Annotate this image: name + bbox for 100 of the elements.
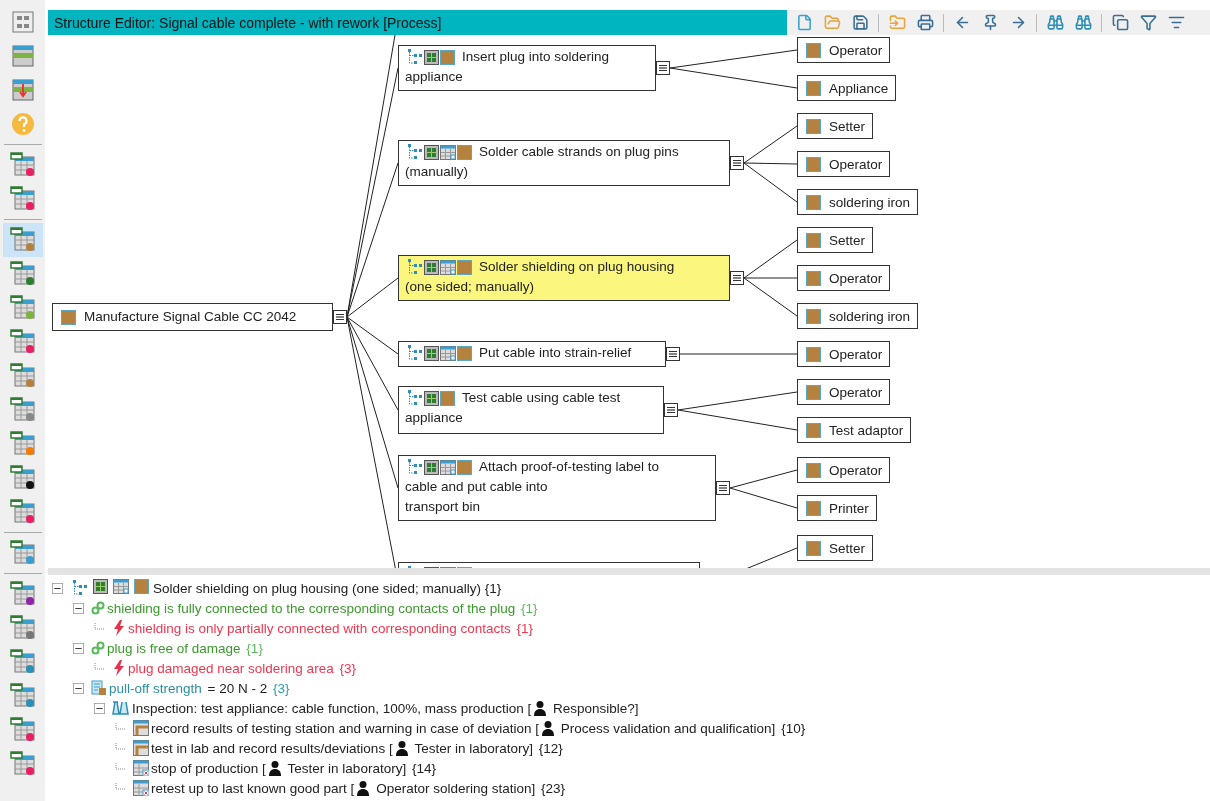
type-square-icon — [134, 579, 149, 594]
node-label: Operator — [829, 384, 883, 400]
resource-node[interactable]: Setter — [797, 227, 874, 253]
tree-item-label[interactable]: shielding is fully connected to the corresponding contacts of the plug — [107, 600, 516, 616]
process-node[interactable]: Insert plug into soldering appliance — [398, 45, 656, 91]
collapse-toggle[interactable] — [73, 642, 84, 654]
process-node[interactable]: Test cable using cable test appliance — [398, 386, 664, 434]
node-label: Operator — [829, 462, 883, 478]
table-icon — [133, 740, 149, 756]
resource-node[interactable]: Operator — [797, 37, 891, 63]
resource-node[interactable]: Operator — [797, 341, 891, 367]
responsible-label: Tester in laboratory] — [286, 760, 407, 776]
resource-node[interactable]: soldering iron — [797, 303, 919, 329]
node-label: Test cable using cable test — [462, 389, 621, 407]
node-label: (manually) — [405, 163, 469, 181]
grid-icon — [424, 259, 439, 275]
lightning-icon — [112, 660, 126, 676]
node-label: cable and put cable into — [405, 478, 548, 496]
tree-item-label[interactable]: pull-off strength — [109, 680, 202, 696]
lightning-icon — [112, 620, 126, 636]
type-square-icon — [806, 232, 821, 248]
process-node[interactable]: Manufacture Signal Cable CC 2042 — [52, 303, 333, 331]
resource-node[interactable]: Printer — [797, 495, 877, 521]
collapse-toggle[interactable] — [333, 310, 347, 324]
type-square-icon — [806, 346, 821, 362]
node-label: Operator — [829, 42, 883, 58]
collapse-toggle[interactable] — [73, 602, 84, 614]
document-icon — [91, 680, 107, 696]
collapse-toggle[interactable] — [73, 682, 84, 694]
filter-icon — [1139, 14, 1157, 31]
tree-item-label[interactable]: Solder shielding on plug housing (one sided; manually) {1} — [153, 580, 502, 596]
process-node[interactable]: Attach proof-of-testing label to cable and put cable into transport bin — [398, 455, 716, 521]
process-node[interactable]: Put cable into strain-relief — [398, 341, 666, 367]
node-label: Manufacture Signal Cable CC 2042 — [84, 308, 297, 326]
node-label: (one sided; manually) — [405, 278, 535, 296]
resource-node[interactable]: Setter — [797, 535, 874, 561]
grid-icon — [424, 144, 439, 160]
resource-node[interactable]: Operator — [797, 151, 891, 177]
tree-item-label[interactable]: plug is free of damage — [107, 640, 241, 656]
count-label: {3} — [338, 660, 356, 676]
resource-node[interactable]: Operator — [797, 379, 891, 405]
collapse-toggle[interactable] — [664, 403, 678, 417]
node-label: soldering iron — [829, 194, 911, 210]
type-square-icon — [806, 156, 821, 172]
count-label: {1} — [515, 620, 533, 636]
insert-icon — [10, 78, 35, 102]
hierarchy-icon — [405, 389, 423, 407]
tree-item-label[interactable]: test in lab and record results/deviations [ — [151, 740, 393, 756]
tree-item-label[interactable]: retest up to last known good part [ — [151, 780, 355, 796]
type-square-icon — [457, 459, 472, 475]
count-label: {3} — [272, 680, 290, 696]
collapse-toggle[interactable] — [656, 61, 670, 75]
person-icon — [356, 780, 371, 796]
responsible-label: Tester in laboratory] — [413, 740, 533, 756]
resource-node[interactable]: Setter — [797, 113, 874, 139]
grid-icon — [424, 459, 439, 475]
view-icon — [9, 363, 36, 389]
person-icon — [540, 720, 555, 736]
type-square-icon — [806, 118, 821, 134]
collapse-toggle[interactable] — [730, 271, 744, 285]
view-icon — [9, 186, 36, 212]
resource-node[interactable]: Appliance — [797, 75, 897, 101]
grid-icon — [424, 345, 439, 361]
count-label: {12} — [537, 740, 563, 756]
type-square-icon — [806, 500, 821, 516]
view-icon — [9, 540, 36, 566]
hierarchy-icon — [405, 143, 423, 161]
node-label: Setter — [829, 540, 866, 556]
type-square-icon — [440, 49, 455, 65]
process-node[interactable]: Solder shielding on plug housing (one sided; manually) — [398, 255, 730, 301]
resource-node[interactable]: Test adaptor — [797, 417, 912, 443]
hierarchy-icon — [70, 579, 88, 597]
type-square-icon — [806, 194, 821, 210]
collapse-toggle[interactable] — [52, 582, 63, 594]
view-icon — [9, 465, 36, 491]
collapse-toggle[interactable] — [730, 156, 744, 170]
view-icon — [9, 683, 36, 709]
collapse-toggle[interactable] — [666, 347, 680, 361]
tree-item-label[interactable]: record results of testing station and warning in case of deviation [ — [151, 720, 539, 736]
person-icon — [394, 740, 409, 756]
tree-item-label[interactable]: plug damaged near soldering area — [128, 660, 334, 676]
collapse-toggle[interactable] — [716, 481, 730, 495]
responsible-label: Process validation and qualification] — [559, 720, 776, 736]
resource-node[interactable]: Operator — [797, 457, 891, 483]
resource-node[interactable]: soldering iron — [797, 189, 919, 215]
type-square-icon — [457, 345, 472, 361]
count-label: {23} — [540, 780, 566, 796]
node-label: Attach proof-of-testing label to — [479, 458, 660, 476]
view-icon — [9, 615, 36, 641]
link-icon — [91, 641, 105, 655]
tree-item-label[interactable]: shielding is only partially connected with corresponding contacts — [128, 620, 511, 636]
type-square-icon — [440, 390, 455, 406]
resource-node[interactable]: Operator — [797, 265, 891, 291]
count-label: {10} — [780, 720, 806, 736]
process-node[interactable]: Solder cable strands on plug pins (manually) — [398, 140, 730, 186]
tree-item-label[interactable]: stop of production [ — [151, 760, 266, 776]
collapse-toggle[interactable] — [94, 702, 105, 714]
tree-item-label[interactable]: Inspection: test appliance: cable function, 100%, mass production [ — [132, 700, 532, 716]
responsible-label: Responsible?] — [552, 700, 639, 716]
connector-line — [729, 469, 798, 489]
